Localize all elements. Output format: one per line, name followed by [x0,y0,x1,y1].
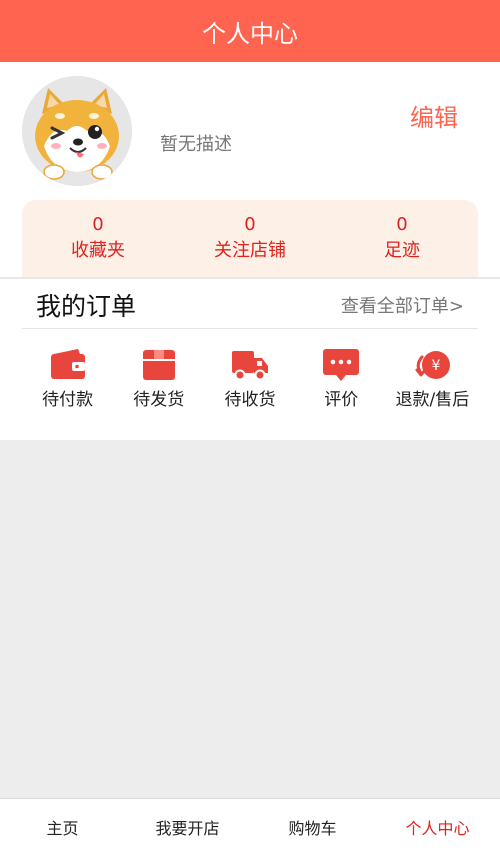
page-header: 个人中心 [0,0,500,62]
my-orders-section: 我的订单 查看全部订单> 待付款 待发货 待收货 评价 ¥ 退款/售后 [0,279,500,440]
order-item-label: 待收货 [224,390,276,410]
refund-icon: ¥ [415,351,451,379]
order-item-label: 待发货 [133,390,185,410]
profile-description: 暂无描述 [160,134,232,155]
comment-icon [323,349,360,381]
order-item-label: 评价 [324,390,359,410]
tab-home[interactable]: 主页 [0,799,125,854]
stat-followed-shops[interactable]: 0 关注店铺 [174,200,326,280]
order-item-label: 待付款 [42,390,94,410]
edit-profile-button[interactable]: 编辑 [410,98,458,133]
orders-header: 我的订单 查看全部订单> [22,279,478,329]
order-item-pending-payment[interactable]: 待付款 [22,347,113,410]
stat-footprints[interactable]: 0 足迹 [326,200,478,280]
order-item-review[interactable]: 评价 [296,347,387,410]
truck-icon [232,351,268,381]
wallet-icon [50,349,85,379]
tab-profile[interactable]: 个人中心 [375,799,500,854]
stats-panel: 0 收藏夹 0 关注店铺 0 足迹 [22,200,478,280]
orders-title: 我的订单 [36,292,137,321]
package-icon [142,350,175,380]
stat-count: 0 [396,214,408,235]
order-item-label: 退款/售后 [395,390,470,410]
stat-label: 足迹 [384,240,420,261]
page-title: 个人中心 [202,19,298,48]
order-status-list: 待付款 待发货 待收货 评价 ¥ 退款/售后 [22,347,478,410]
stat-count: 0 [92,214,104,235]
order-item-refund[interactable]: ¥ 退款/售后 [387,347,478,410]
view-all-orders-link[interactable]: 查看全部订单> [341,292,464,318]
avatar[interactable] [22,76,132,186]
tab-open-shop[interactable]: 我要开店 [125,799,250,854]
svg-text:¥: ¥ [432,358,441,374]
tab-cart[interactable]: 购物车 [250,799,375,854]
stat-favorites[interactable]: 0 收藏夹 [22,200,174,280]
shiba-dog-avatar-icon [22,76,132,186]
bottom-tab-bar: 主页 我要开店 购物车 个人中心 [0,798,500,854]
order-item-pending-shipment[interactable]: 待发货 [113,347,204,410]
stat-count: 0 [244,214,256,235]
profile-section: 暂无描述 编辑 0 收藏夹 0 关注店铺 0 足迹 [0,62,500,280]
order-item-pending-receipt[interactable]: 待收货 [204,347,295,410]
stat-label: 收藏夹 [71,240,125,261]
stat-label: 关注店铺 [214,240,286,261]
